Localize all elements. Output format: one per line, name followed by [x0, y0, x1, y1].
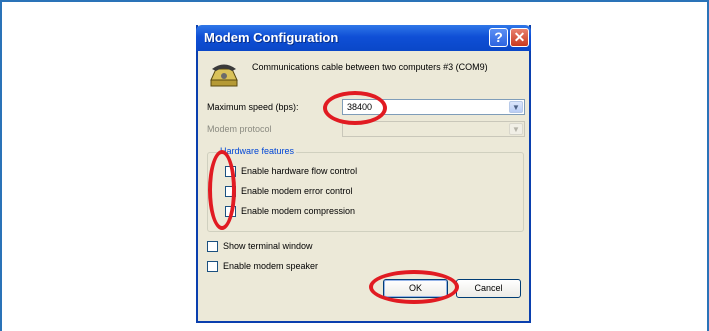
cancel-button[interactable]: Cancel	[456, 279, 521, 298]
dialog-title: Modem Configuration	[204, 30, 339, 45]
max-speed-label: Maximum speed (bps):	[207, 102, 299, 112]
ok-button[interactable]: OK	[383, 279, 448, 298]
modem-error-control-checkbox[interactable]	[225, 186, 236, 197]
hardware-flow-control-checkbox[interactable]	[225, 166, 236, 177]
hardware-flow-control-label: Enable hardware flow control	[241, 166, 358, 176]
chevron-down-icon[interactable]: ▼	[509, 123, 523, 135]
close-button[interactable]: ✕	[510, 28, 529, 47]
modem-speaker-checkbox[interactable]	[207, 261, 218, 272]
chevron-down-icon[interactable]: ▼	[509, 101, 523, 113]
show-terminal-window-checkbox[interactable]	[207, 241, 218, 252]
connection-description: Communications cable between two compute…	[252, 62, 488, 72]
titlebar: Modem Configuration ? ✕	[196, 25, 531, 51]
max-speed-select[interactable]: 38400 ▼	[342, 99, 525, 115]
modem-compression-checkbox[interactable]	[225, 206, 236, 217]
show-terminal-window-label: Show terminal window	[223, 241, 313, 251]
telephone-icon	[210, 64, 238, 87]
modem-configuration-dialog: Modem Configuration ? ✕ Communications c…	[196, 25, 531, 323]
hardware-features-title: Hardware features	[218, 146, 297, 156]
modem-error-control-label: Enable modem error control	[241, 186, 353, 196]
help-button[interactable]: ?	[489, 28, 508, 47]
modem-protocol-label: Modem protocol	[207, 124, 272, 134]
modem-compression-label: Enable modem compression	[241, 206, 356, 216]
modem-speaker-label: Enable modem speaker	[223, 261, 319, 271]
hardware-features-group: Hardware features Enable hardware flow c…	[207, 146, 524, 232]
max-speed-value: 38400	[347, 102, 373, 112]
modem-protocol-select[interactable]: ▼	[342, 121, 525, 137]
